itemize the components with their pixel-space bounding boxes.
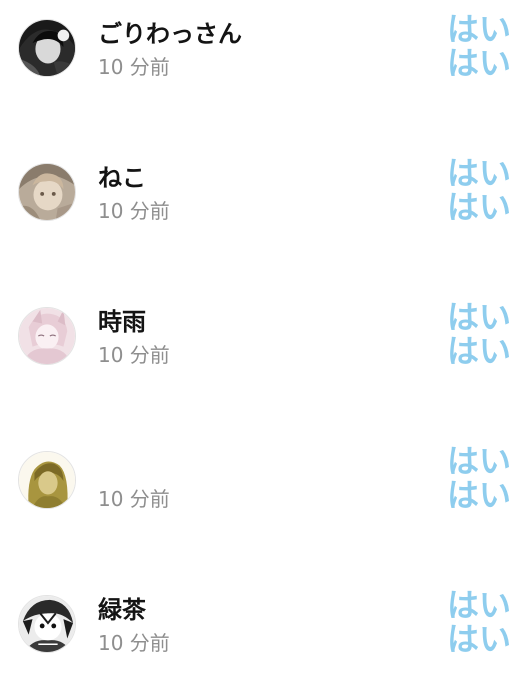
avatar[interactable] xyxy=(18,163,76,221)
timestamp: 10 分前 xyxy=(98,631,170,655)
reply-group: はい はい xyxy=(447,12,511,80)
avatar-image xyxy=(19,20,75,76)
timestamp: 10 分前 xyxy=(98,487,170,511)
message-list: ごりわっさん 10 分前 はい はい ねこ 10 分前 はい はい 時雨 10 … xyxy=(0,0,529,689)
reply-text: はい xyxy=(446,10,511,48)
list-item[interactable]: 10 分前 はい はい xyxy=(0,444,529,544)
reply-group: はい はい xyxy=(447,300,511,368)
timestamp: 10 分前 xyxy=(98,343,170,367)
list-item[interactable]: 時雨 10 分前 はい はい xyxy=(0,300,529,400)
user-name: ごりわっさん xyxy=(98,20,242,48)
avatar-image xyxy=(19,164,75,220)
reply-group: はい はい xyxy=(447,444,511,512)
user-name: ねこ xyxy=(98,164,146,192)
list-item[interactable]: 緑茶 10 分前 はい はい xyxy=(0,588,529,688)
reply-text: はい xyxy=(446,188,511,226)
avatar[interactable] xyxy=(18,19,76,77)
avatar[interactable] xyxy=(18,451,76,509)
reply-text: はい xyxy=(446,476,511,514)
timestamp: 10 分前 xyxy=(98,199,170,223)
avatar-image xyxy=(19,308,75,364)
reply-text: はい xyxy=(446,298,511,336)
avatar-image xyxy=(19,596,75,652)
user-name: 時雨 xyxy=(98,308,146,336)
list-item[interactable]: ねこ 10 分前 はい はい xyxy=(0,156,529,256)
reply-text: はい xyxy=(446,44,511,82)
reply-group: はい はい xyxy=(447,588,511,656)
avatar-image xyxy=(19,452,75,508)
reply-group: はい はい xyxy=(447,156,511,224)
reply-text: はい xyxy=(446,154,511,192)
timestamp: 10 分前 xyxy=(98,55,170,79)
user-name: 緑茶 xyxy=(98,596,146,624)
avatar[interactable] xyxy=(18,595,76,653)
reply-text: はい xyxy=(446,620,511,658)
reply-text: はい xyxy=(446,586,511,624)
reply-text: はい xyxy=(446,442,511,480)
list-item[interactable]: ごりわっさん 10 分前 はい はい xyxy=(0,12,529,112)
reply-text: はい xyxy=(446,332,511,370)
avatar[interactable] xyxy=(18,307,76,365)
